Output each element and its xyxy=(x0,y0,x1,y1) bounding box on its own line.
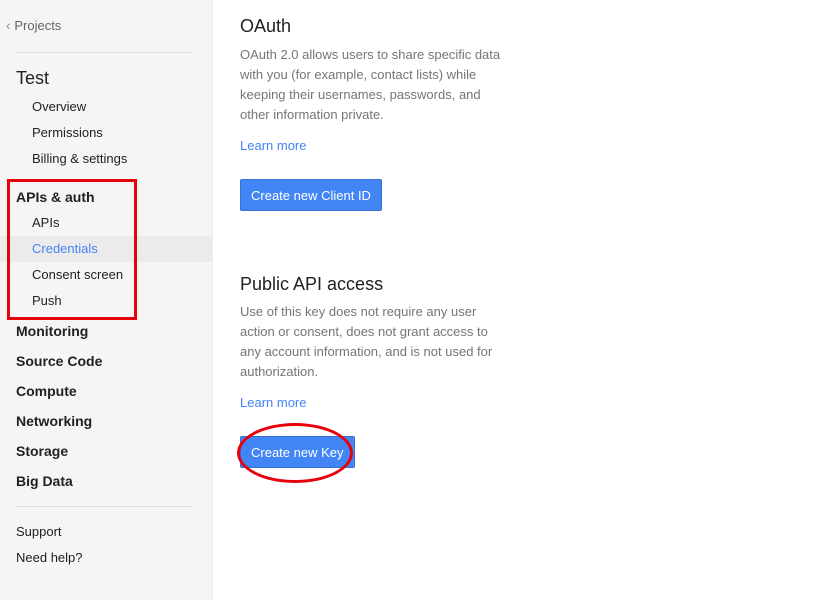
sidebar-item-consent-screen[interactable]: Consent screen xyxy=(32,267,123,282)
create-new-key-button[interactable]: Create new Key xyxy=(240,436,355,468)
oauth-description: OAuth 2.0 allows users to share specific… xyxy=(240,47,501,122)
back-link-label: Projects xyxy=(14,18,62,33)
sidebar-item-credentials[interactable]: Credentials xyxy=(32,241,98,256)
oauth-title: OAuth xyxy=(240,16,292,36)
sidebar-section-monitoring[interactable]: Monitoring xyxy=(16,323,88,339)
sidebar-section-apis-auth[interactable]: APIs & auth xyxy=(16,189,95,205)
back-to-projects-link[interactable]: ‹ Projects xyxy=(6,18,61,33)
project-title: Test xyxy=(16,68,50,88)
sidebar-section-big-data[interactable]: Big Data xyxy=(16,473,73,489)
sidebar-section-storage[interactable]: Storage xyxy=(16,443,68,459)
sidebar-divider-bottom xyxy=(16,506,192,507)
sidebar-item-push[interactable]: Push xyxy=(32,293,62,308)
sidebar-section-compute[interactable]: Compute xyxy=(16,383,77,399)
oauth-learn-more-link[interactable]: Learn more xyxy=(240,138,306,153)
sidebar-item-billing-settings[interactable]: Billing & settings xyxy=(32,151,127,166)
sidebar-divider-top xyxy=(16,52,192,53)
chevron-left-icon: ‹ xyxy=(6,18,11,33)
public-api-description: Use of this key does not require any use… xyxy=(240,304,493,379)
public-api-title: Public API access xyxy=(240,274,384,294)
sidebar-section-source-code[interactable]: Source Code xyxy=(16,353,102,369)
support-link[interactable]: Support xyxy=(16,524,62,539)
sidebar: ‹ Projects Test Overview Permissions Bil… xyxy=(0,0,213,600)
sidebar-item-apis[interactable]: APIs xyxy=(32,215,59,230)
need-help-link[interactable]: Need help? xyxy=(16,550,83,565)
sidebar-item-permissions[interactable]: Permissions xyxy=(32,125,103,140)
public-api-learn-more-link[interactable]: Learn more xyxy=(240,395,306,410)
sidebar-section-networking[interactable]: Networking xyxy=(16,413,92,429)
create-client-id-button[interactable]: Create new Client ID xyxy=(240,179,382,211)
sidebar-item-overview[interactable]: Overview xyxy=(32,99,86,114)
